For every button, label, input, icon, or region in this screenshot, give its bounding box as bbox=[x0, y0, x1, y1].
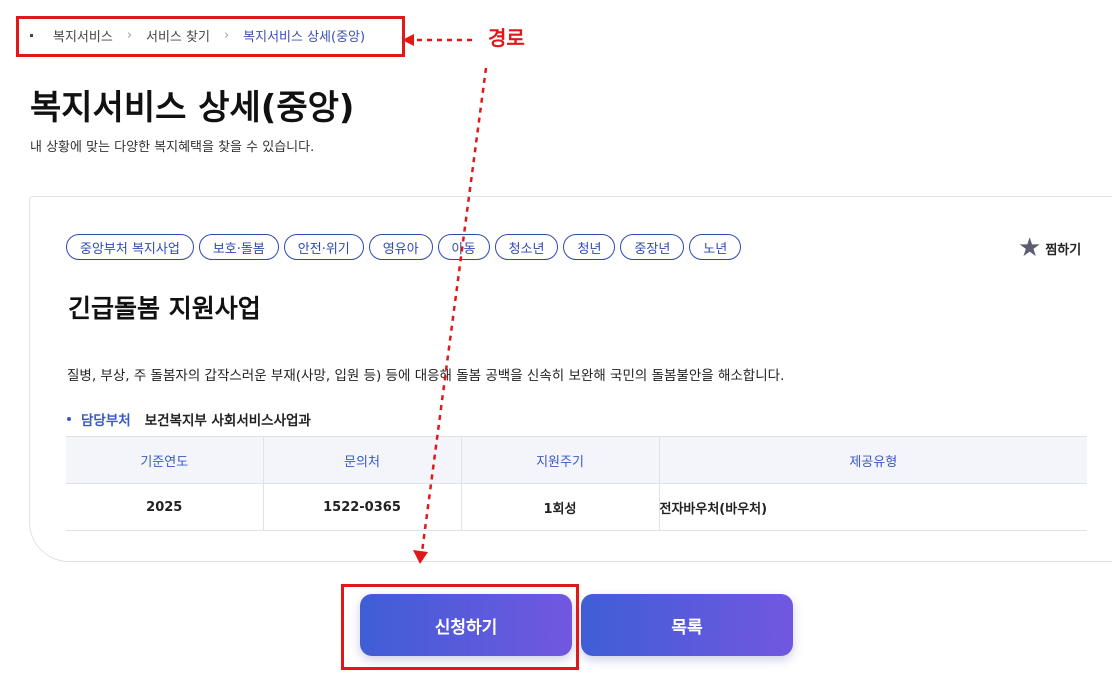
arrowhead-icon bbox=[402, 34, 414, 46]
arrowhead-icon bbox=[413, 550, 428, 564]
annotation-arrows bbox=[402, 34, 488, 564]
annotation-arrow-apply bbox=[420, 67, 488, 553]
